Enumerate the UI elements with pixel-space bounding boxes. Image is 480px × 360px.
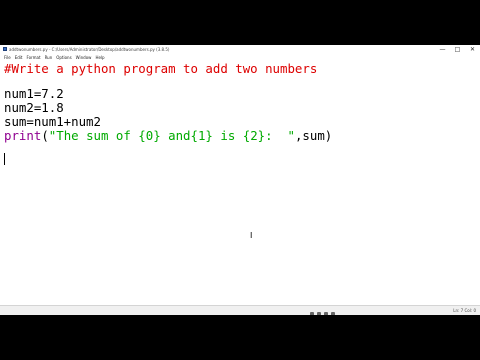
window-title: addtwonumbers.py - C:/Users/Administrato… xyxy=(9,47,170,52)
window-controls: — □ ✕ xyxy=(435,45,480,54)
close-button[interactable]: ✕ xyxy=(465,45,480,54)
code-line-comment: #Write a python program to add two numbe… xyxy=(4,61,318,76)
network-icon[interactable] xyxy=(317,312,321,315)
print-args: ,sum) xyxy=(294,128,333,143)
maximize-button[interactable]: □ xyxy=(450,45,465,54)
print-keyword: print xyxy=(4,128,42,143)
print-open-paren: ( xyxy=(41,128,49,143)
minimize-button[interactable]: — xyxy=(435,45,450,54)
text-cursor xyxy=(4,153,5,165)
code-editor[interactable]: #Write a python program to add two numbe… xyxy=(2,62,478,305)
volume-icon[interactable] xyxy=(324,312,328,315)
print-string-literal: "The sum of {0} and{1} is {2}: " xyxy=(48,128,295,143)
code-line-sum: sum=num1+num2 xyxy=(4,114,101,129)
cursor-position: Ln: 7 Col: 0 xyxy=(453,308,476,313)
mouse-ibeam-icon: I xyxy=(250,231,253,240)
mic-icon[interactable] xyxy=(331,312,335,315)
status-bar: Ln: 7 Col: 0 xyxy=(0,305,480,315)
title-bar: addtwonumbers.py - C:/Users/Administrato… xyxy=(0,45,480,54)
code-line-print: print("The sum of {0} and{1} is {2}: ",s… xyxy=(4,129,332,143)
cloud-icon[interactable] xyxy=(310,312,314,315)
code-line-num2: num2=1.8 xyxy=(4,100,64,115)
idle-editor-window: addtwonumbers.py - C:/Users/Administrato… xyxy=(0,45,480,315)
idle-app-icon xyxy=(3,47,7,51)
system-tray xyxy=(310,311,335,315)
code-line-num1: num1=7.2 xyxy=(4,86,64,101)
